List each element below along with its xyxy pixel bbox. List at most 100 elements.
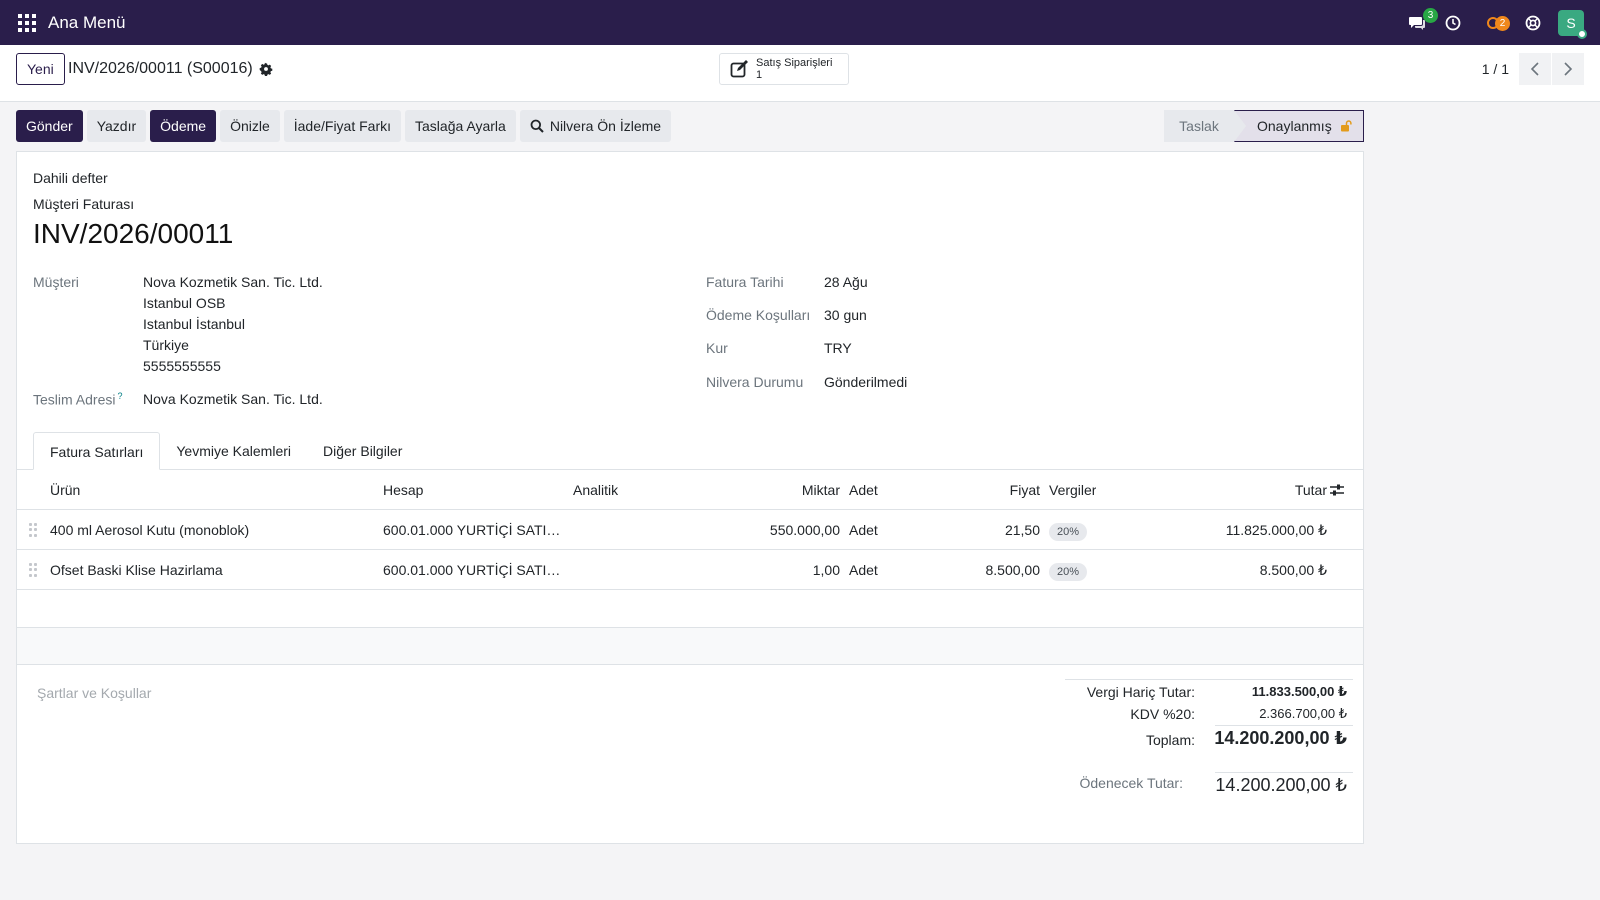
optional-columns-icon[interactable] xyxy=(1329,482,1345,498)
drag-handle-icon[interactable] xyxy=(29,523,37,537)
activity-icon[interactable]: 2 xyxy=(1478,12,1510,34)
invoice-sheet: Dahili defter Müşteri Faturası INV/2026/… xyxy=(16,151,1364,844)
table-row[interactable]: 400 ml Aerosol Kutu (monoblok) 600.01.00… xyxy=(17,510,1363,550)
journal-name: Dahili defter xyxy=(33,170,108,186)
status-draft[interactable]: Taslak xyxy=(1164,110,1234,142)
pager: 1 / 1 xyxy=(1482,53,1584,85)
status-dot xyxy=(1577,28,1587,39)
customer-label: Müşteri xyxy=(33,274,79,290)
avatar-letter: S xyxy=(1566,14,1576,31)
customer-city: Istanbul İstanbul xyxy=(143,316,245,332)
nilvera-status-label: Nilvera Durumu xyxy=(706,374,804,390)
row-price[interactable]: 8.500,00 xyxy=(940,550,1041,590)
main-menu-title[interactable]: Ana Menü xyxy=(48,13,126,33)
support-icon[interactable] xyxy=(1522,12,1544,34)
customer-country: Türkiye xyxy=(143,337,189,353)
gear-icon[interactable] xyxy=(259,62,273,76)
row-taxes[interactable]: 20% xyxy=(1049,510,1088,550)
col-uom[interactable]: Adet xyxy=(849,470,878,510)
customer-name[interactable]: Nova Kozmetik San. Tic. Ltd. xyxy=(143,274,323,290)
tax-label: KDV %20: xyxy=(1130,706,1195,722)
col-price[interactable]: Fiyat xyxy=(940,470,1040,510)
send-button[interactable]: Gönder xyxy=(16,110,83,142)
terms-conditions-field[interactable]: Şartlar ve Koşullar xyxy=(37,685,151,701)
smart-button-label: Satış Siparişleri xyxy=(756,57,833,69)
row-product[interactable]: Ofset Baski Klise Hazirlama xyxy=(50,550,370,590)
total-value: 14.200.200,00 ₺ xyxy=(1214,728,1347,748)
activity-count-badge: 2 xyxy=(1495,15,1510,31)
row-taxes[interactable]: 20% xyxy=(1049,550,1088,590)
pager-next-button[interactable] xyxy=(1552,53,1584,85)
totals-divider xyxy=(1065,679,1353,680)
unlock-icon xyxy=(1340,120,1352,132)
col-account[interactable]: Hesap xyxy=(383,470,423,510)
row-uom[interactable]: Adet xyxy=(849,510,878,550)
row-account[interactable]: 600.01.000 YURTİÇİ SATI… xyxy=(383,510,563,550)
refund-button[interactable]: İade/Fiyat Farkı xyxy=(283,110,402,142)
currency-label: Kur xyxy=(706,340,728,356)
delivery-address-value[interactable]: Nova Kozmetik San. Tic. Ltd. xyxy=(143,391,323,407)
row-product[interactable]: 400 ml Aerosol Kutu (monoblok) xyxy=(50,510,370,550)
reset-to-draft-button[interactable]: Taslağa Ayarla xyxy=(405,110,516,142)
notebook-tabs: Fatura Satırları Yevmiye Kalemleri Diğer… xyxy=(33,432,418,470)
row-price[interactable]: 21,50 xyxy=(940,510,1040,550)
tab-other-info[interactable]: Diğer Bilgiler xyxy=(307,432,418,470)
move-type: Müşteri Faturası xyxy=(33,196,135,212)
delivery-address-label-text: Teslim Adresi xyxy=(33,391,116,408)
user-avatar[interactable]: S xyxy=(1558,9,1587,39)
customer-street: Istanbul OSB xyxy=(143,295,226,311)
nilvera-status-value: Gönderilmedi xyxy=(824,374,908,390)
row-subtotal: 11.825.000,00 ₺ xyxy=(1225,522,1327,538)
print-button[interactable]: Yazdır xyxy=(86,110,147,142)
invoice-date-label: Fatura Tarihi xyxy=(706,274,784,290)
chevron-left-icon xyxy=(1530,62,1539,76)
tax-value: 2.366.700,00 ₺ xyxy=(1259,706,1347,721)
breadcrumb: INV/2026/00011 (S00016) xyxy=(68,60,273,78)
nilvera-preview-label: Nilvera Ön İzleme xyxy=(549,118,662,134)
pager-previous-button[interactable] xyxy=(1519,53,1551,85)
tab-invoice-lines[interactable]: Fatura Satırları xyxy=(33,432,161,470)
payment-terms-value[interactable]: 30 gun xyxy=(824,307,867,323)
tax-badge: 20% xyxy=(1049,523,1088,541)
total-divider xyxy=(1215,725,1353,726)
untaxed-label: Vergi Hariç Tutar: xyxy=(1086,684,1195,700)
nilvera-preview-button[interactable]: Nilvera Ön İzleme xyxy=(519,110,672,142)
invoice-date-value[interactable]: 28 Ağu xyxy=(824,274,868,290)
tab-journal-items[interactable]: Yevmiye Kalemleri xyxy=(160,432,307,470)
col-subtotal[interactable]: Tutar xyxy=(1177,470,1327,510)
chevron-right-icon xyxy=(1564,62,1573,76)
row-account[interactable]: 600.01.000 YURTİÇİ SATI… xyxy=(383,550,563,590)
add-line-row[interactable] xyxy=(17,628,1363,665)
help-icon[interactable]: ? xyxy=(117,391,122,401)
clock-icon[interactable] xyxy=(1442,12,1464,34)
table-row[interactable]: Ofset Baski Klise Hazirlama 600.01.000 Y… xyxy=(17,550,1363,590)
tax-badge: 20% xyxy=(1049,563,1088,581)
col-taxes[interactable]: Vergiler xyxy=(1049,470,1096,510)
currency-value[interactable]: TRY xyxy=(824,340,852,356)
smart-button-count: 1 xyxy=(756,69,763,81)
status-posted-label: Onaylanmış xyxy=(1257,118,1332,134)
sale-orders-smart-button[interactable]: Satış Siparişleri 1 xyxy=(719,53,849,85)
messages-icon[interactable]: 3 xyxy=(1406,7,1438,34)
col-quantity[interactable]: Miktar xyxy=(737,470,840,510)
new-button[interactable]: Yeni xyxy=(16,53,65,85)
record-title: INV/2026/00011 (S00016) xyxy=(68,60,253,77)
row-uom[interactable]: Adet xyxy=(849,550,878,590)
delivery-address-label: Teslim Adresi? xyxy=(33,391,122,408)
payment-button[interactable]: Ödeme xyxy=(150,110,217,142)
total-label: Toplam: xyxy=(1145,732,1195,748)
top-navbar: Ana Menü 3 2 S xyxy=(0,0,1600,45)
col-analytic[interactable]: Analitik xyxy=(573,470,618,510)
messages-count-badge: 3 xyxy=(1423,7,1438,23)
row-quantity[interactable]: 550.000,00 xyxy=(737,510,840,550)
row-quantity[interactable]: 1,00 xyxy=(737,550,840,590)
col-product[interactable]: Ürün xyxy=(50,470,80,510)
status-posted[interactable]: Onaylanmış xyxy=(1234,110,1364,142)
drag-handle-icon[interactable] xyxy=(29,563,37,577)
payment-terms-label: Ödeme Koşulları xyxy=(706,307,811,323)
apps-menu-icon[interactable] xyxy=(18,13,36,32)
edit-icon xyxy=(730,60,748,78)
customer-vat: 5555555555 xyxy=(143,358,221,374)
untaxed-value: 11.833.500,00 ₺ xyxy=(1251,684,1347,699)
preview-button[interactable]: Önizle xyxy=(220,110,280,142)
